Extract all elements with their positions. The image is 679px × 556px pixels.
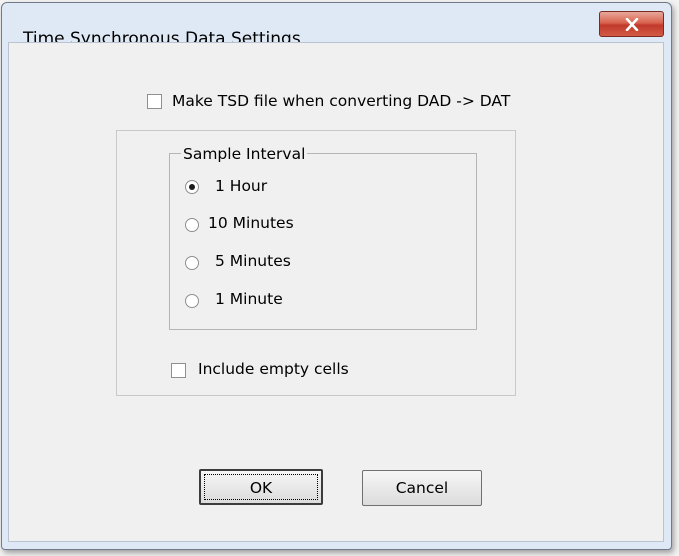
close-icon: [625, 18, 639, 31]
include-empty-cells-checkbox[interactable]: [171, 363, 186, 378]
cancel-button-label: Cancel: [395, 479, 449, 497]
radio-5-minutes-label[interactable]: 5 Minutes: [215, 252, 291, 270]
include-empty-cells-label[interactable]: Include empty cells: [198, 360, 349, 378]
sample-interval-legend: Sample Interval: [181, 145, 308, 163]
ok-button[interactable]: OK: [199, 469, 323, 505]
cancel-button[interactable]: Cancel: [362, 470, 482, 506]
radio-1-minute[interactable]: [185, 294, 199, 308]
radio-10-minutes-label[interactable]: 10 Minutes: [208, 214, 294, 232]
dialog-content: Make TSD file when converting DAD -> DAT…: [8, 42, 664, 542]
make-tsd-label[interactable]: Make TSD file when converting DAD -> DAT: [172, 92, 510, 110]
title-bar[interactable]: Time Synchronous Data Settings: [2, 3, 671, 49]
radio-10-minutes[interactable]: [185, 218, 199, 232]
ok-button-label: OK: [249, 479, 273, 497]
make-tsd-checkbox[interactable]: [147, 94, 162, 109]
radio-5-minutes[interactable]: [185, 256, 199, 270]
radio-1-hour[interactable]: [185, 180, 199, 194]
radio-1-hour-label[interactable]: 1 Hour: [215, 177, 267, 195]
close-button[interactable]: [599, 11, 664, 37]
radio-1-minute-label[interactable]: 1 Minute: [215, 290, 283, 308]
